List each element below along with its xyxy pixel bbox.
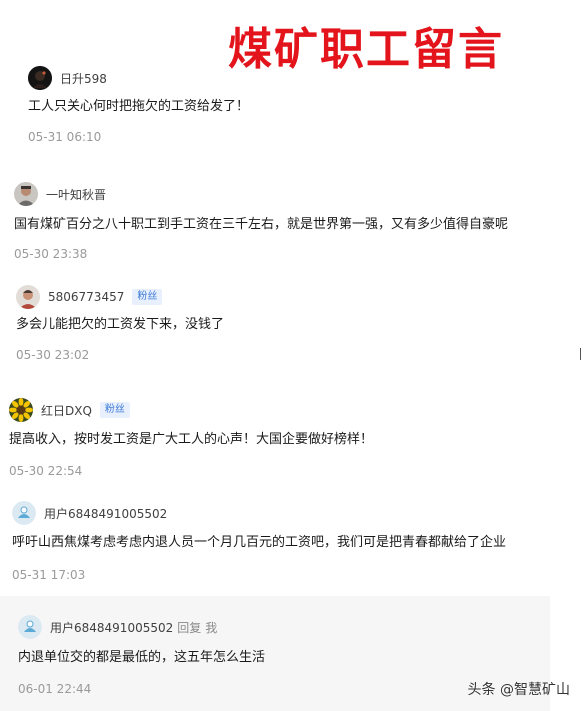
- user-avatar[interactable]: [18, 615, 42, 639]
- user-avatar[interactable]: [28, 66, 52, 90]
- username[interactable]: 一叶知秋晋: [46, 186, 106, 203]
- reply-item: 用户6848491005502 回复 我 内退单位交的都是最低的，这五年怎么生活…: [18, 614, 265, 698]
- fan-badge: 粉丝: [132, 289, 163, 305]
- username[interactable]: 用户6848491005502: [50, 619, 173, 636]
- user-avatar[interactable]: [12, 501, 36, 525]
- comment-time: 05-31 06:10: [28, 130, 102, 144]
- username[interactable]: 用户6848491005502: [44, 505, 167, 522]
- user-avatar[interactable]: [14, 182, 38, 206]
- reply-text: 内退单位交的都是最低的，这五年怎么生活: [18, 650, 266, 665]
- comment-text: 提高收入，按时发工资是广大工人的心声！大国企要做好榜样！: [9, 432, 374, 447]
- comment-time: 05-30 22:54: [9, 464, 83, 478]
- username[interactable]: 日升598: [60, 70, 107, 87]
- username[interactable]: 5806773457: [48, 290, 124, 304]
- comment-item: 5806773457 粉丝 多会儿能把欠的工资发下来，没钱了 05-30 23:…: [16, 284, 224, 364]
- comment-time: 05-30 23:38: [14, 247, 88, 261]
- comment-time: 05-30 23:02: [16, 348, 90, 362]
- reply-time: 06-01 22:44: [18, 682, 92, 696]
- reply-target[interactable]: 我: [205, 619, 217, 636]
- fan-badge: 粉丝: [99, 402, 130, 418]
- comment-text: 国有煤矿百分之八十职工到手工资在三千左右，就是世界第一强，又有多少值得自豪呢: [14, 217, 509, 232]
- comment-text: 多会儿能把欠的工资发下来，没钱了: [16, 317, 225, 332]
- user-avatar[interactable]: [16, 285, 40, 309]
- username[interactable]: 红日DXQ: [41, 402, 92, 419]
- watermark: 头条 @智慧矿山: [467, 682, 570, 698]
- scroll-indicator: [580, 348, 581, 360]
- comment-text: 工人只关心何时把拖欠的工资给发了！: [28, 99, 250, 114]
- comment-item: 日升598 工人只关心何时把拖欠的工资给发了！ 05-31 06:10: [28, 65, 249, 146]
- comment-item: 用户6848491005502 呼吁山西焦煤考虑考虑内退人员一个月几百元的工资吧…: [12, 500, 506, 584]
- reply-label: 回复: [177, 620, 202, 635]
- comment-text: 呼吁山西焦煤考虑考虑内退人员一个月几百元的工资吧，我们可是把青春都献给了企业: [12, 535, 507, 550]
- comment-item: 一叶知秋晋 国有煤矿百分之八十职工到手工资在三千左右，就是世界第一强，又有多少值…: [14, 181, 508, 263]
- comment-item: 红日DXQ 粉丝 提高收入，按时发工资是广大工人的心声！大国企要做好榜样！ 05…: [9, 397, 373, 480]
- comment-time: 05-31 17:03: [12, 568, 86, 582]
- user-avatar[interactable]: [9, 398, 33, 422]
- page-title: 煤矿职工留言: [228, 24, 504, 75]
